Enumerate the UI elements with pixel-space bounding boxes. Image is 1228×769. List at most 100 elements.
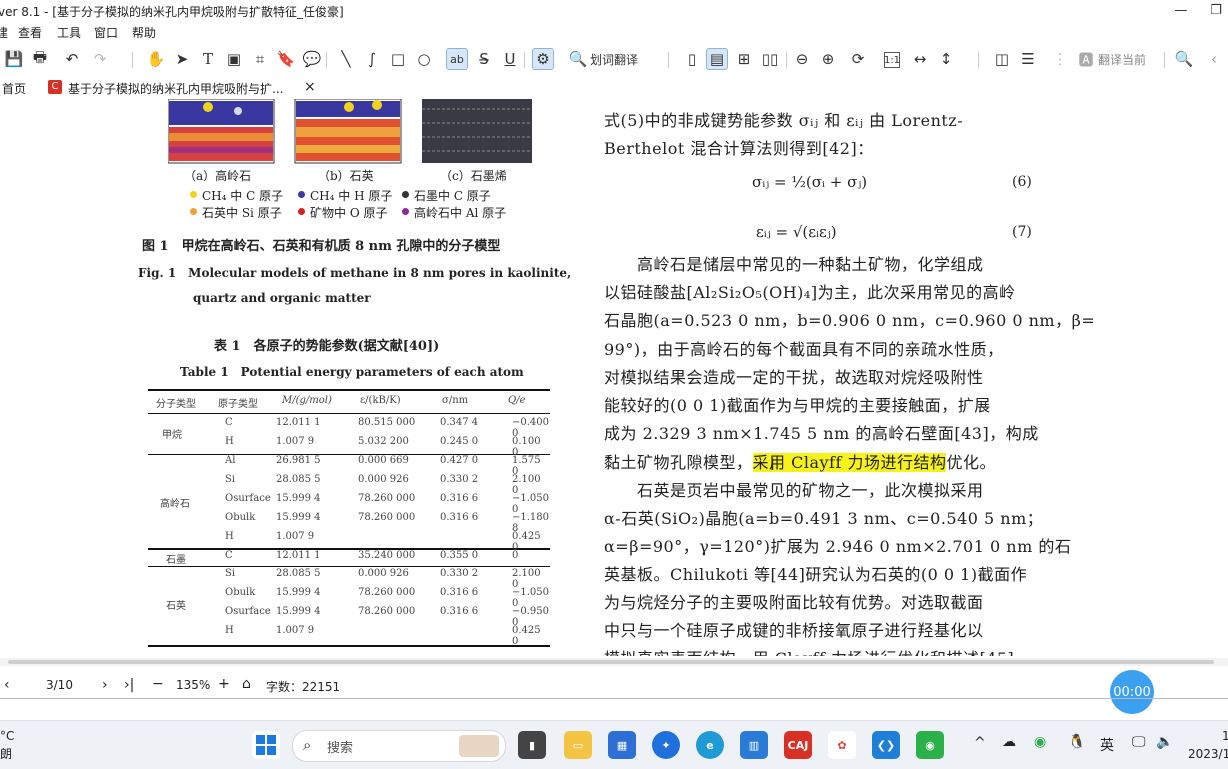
toolbar-divider <box>978 52 979 68</box>
layout-icon[interactable]: ☰ <box>1018 49 1038 69</box>
divider <box>0 698 1228 699</box>
hand-icon[interactable]: ✋ <box>146 49 166 69</box>
strikethrough-icon[interactable]: S̶ <box>474 49 494 69</box>
image-select-icon[interactable]: ▣ <box>224 49 244 69</box>
store-icon[interactable]: ▦ <box>608 731 636 759</box>
body-text-line: α=β=90°，γ=120°)扩展为 2.946 0 nm×2.701 0 nm… <box>604 537 1072 556</box>
next-page-icon[interactable]: › <box>102 677 108 693</box>
taskbar-search-placeholder: 搜索 <box>327 741 354 756</box>
tray-qq-icon[interactable]: 🐧 <box>1068 734 1085 750</box>
ime-indicator[interactable]: 英 <box>1100 735 1114 755</box>
last-page-icon[interactable]: ›| <box>124 677 134 693</box>
horizontal-scrollbar[interactable] <box>0 658 1228 666</box>
rectangle-icon[interactable]: □ <box>388 49 408 69</box>
title-bar: ver 8.1 - [基于分子模拟的纳米孔内甲烷吸附与扩散特征_任俊豪] — ❐ <box>0 0 1228 22</box>
wechat-icon[interactable]: ◉ <box>916 731 944 759</box>
scrollbar-thumb[interactable] <box>8 660 1214 664</box>
highlight-icon[interactable]: ab <box>446 48 468 70</box>
translate-current-label[interactable]: 翻译当前 <box>1098 51 1146 68</box>
taskbar: °C 朗 ⌕ 搜索 ▮ ▭ ▦ ✦ e ▥ CAJ ✿ ❮❯ ◉ ^ ☁ ◉ 🐧… <box>0 720 1228 769</box>
word-translate-icon[interactable]: 🔍 <box>568 49 588 69</box>
comment-icon[interactable]: 💬 <box>302 49 322 69</box>
vscode-icon[interactable]: ❮❯ <box>872 731 900 759</box>
toolbar-divider <box>786 52 787 68</box>
task-view-icon[interactable]: ▮ <box>518 731 546 759</box>
tab-document[interactable]: 基于分子模拟的纳米孔内甲烷吸附与扩... <box>68 80 283 97</box>
redo-icon[interactable]: ↷ <box>90 49 110 69</box>
save-icon[interactable]: 💾 <box>4 49 24 69</box>
toolbar-divider <box>132 52 133 68</box>
word-translate-label[interactable]: 划词翻译 <box>590 51 638 68</box>
network-icon[interactable]: 🖵 <box>1132 734 1146 750</box>
split-icon[interactable]: ⋮ <box>1050 49 1070 69</box>
zoom-in-status-icon[interactable]: + <box>218 676 230 692</box>
text-select-icon[interactable]: T <box>198 49 218 69</box>
taskbar-search-box[interactable]: ⌕ 搜索 <box>292 730 506 762</box>
toolbar-divider <box>326 52 327 68</box>
menu-bar: 建 查看 工具 窗口 帮助 <box>0 22 1228 42</box>
caj-document-icon: C <box>48 80 62 94</box>
select-arrow-icon[interactable]: ➤ <box>172 49 192 69</box>
line-icon[interactable]: ╲ <box>336 49 356 69</box>
menu-item-view[interactable]: 查看 <box>18 24 42 41</box>
two-page-icon[interactable]: ▯▯ <box>760 49 780 69</box>
print-icon[interactable]: 🖶 <box>30 48 50 69</box>
tab-close-button[interactable]: × <box>304 79 316 95</box>
home-icon[interactable]: ⌂ <box>242 676 251 692</box>
weather-temp: °C <box>0 729 15 743</box>
search-highlight-image <box>459 735 499 757</box>
zoom-in-icon[interactable]: ⊕ <box>818 49 838 69</box>
ellipse-icon[interactable]: ○ <box>414 49 434 69</box>
menu-item-partial[interactable]: 建 <box>0 24 8 41</box>
caj-viewer-icon[interactable]: CAJ <box>784 731 812 759</box>
body-text-line: 模拟真实表面结构，用 Clayff 力场进行优化和描述[45] <box>604 645 1036 656</box>
tab-bar: 首页 C 基于分子模拟的纳米孔内甲烷吸附与扩... × <box>0 77 1228 99</box>
menu-item-help[interactable]: 帮助 <box>132 24 156 41</box>
body-text-line: 中只与一个硅原子成键的非桥接氧原子进行羟基化以 <box>604 621 984 640</box>
tab-home[interactable]: 首页 <box>2 80 26 97</box>
app-icon[interactable]: ▥ <box>740 731 768 759</box>
timer-bubble[interactable]: 00:00 <box>1110 670 1154 714</box>
menu-item-window[interactable]: 窗口 <box>94 24 118 41</box>
clock-time[interactable]: 1 <box>1222 729 1228 743</box>
search-icon[interactable]: 🔍 <box>1174 49 1194 69</box>
continuous-page-icon[interactable]: ▤ <box>706 48 728 70</box>
fit-width-icon[interactable]: ↔ <box>910 49 930 69</box>
page-indicator[interactable]: 3/10 <box>46 678 73 692</box>
curve-icon[interactable]: ∫ <box>362 49 382 69</box>
undo-icon[interactable]: ↶ <box>62 49 82 69</box>
tray-app-icon[interactable]: ☁ <box>1002 734 1016 750</box>
underline-icon[interactable]: U <box>500 49 520 69</box>
zoom-out-icon[interactable]: ⊖ <box>792 49 812 69</box>
side-by-side-icon[interactable]: ◫ <box>992 49 1012 69</box>
prev-page-icon[interactable]: ‹ <box>4 677 10 693</box>
restore-button[interactable]: ❐ <box>1204 0 1228 22</box>
bookmark-icon[interactable]: 🔖 <box>276 49 296 69</box>
document-view: （a）高岭石 （b）石英 （c）石墨烯 CH₄ 中 C 原子 CH₄ 中 H 原… <box>0 99 1228 656</box>
ocr-icon[interactable]: ⌗ <box>250 49 270 69</box>
zoom-level[interactable]: 135% <box>176 678 210 692</box>
menu-item-tools[interactable]: 工具 <box>57 24 81 41</box>
status-bar: ‹ 3/10 › ›| − 135% + ⌂ 字数：22151 00:00 <box>0 670 1228 714</box>
translate-current-icon[interactable]: 🅰 <box>1076 49 1096 69</box>
chevron-left-icon[interactable]: ‹ <box>1204 49 1224 69</box>
minimize-button[interactable]: — <box>1158 0 1204 22</box>
zoom-out-status-icon[interactable]: − <box>152 676 164 692</box>
fit-height-icon[interactable]: ↕ <box>936 49 956 69</box>
body-text-line: 为与烷烃分子的主要吸附面比较有优势。对选取截面 <box>604 593 984 612</box>
windows-start-icon[interactable] <box>252 731 280 759</box>
grid-view-icon[interactable]: ⊞ <box>734 49 754 69</box>
app-icon[interactable]: ✿ <box>828 731 856 759</box>
file-explorer-icon[interactable]: ▭ <box>564 731 592 759</box>
app-icon[interactable]: ✦ <box>652 731 680 759</box>
clock-date[interactable]: 2023/1 <box>1188 747 1228 761</box>
volume-icon[interactable]: 🔈 <box>1156 734 1173 750</box>
edge-browser-icon[interactable]: e <box>696 731 724 759</box>
single-page-icon[interactable]: ▯ <box>682 49 702 69</box>
actual-size-icon[interactable]: 1:1 <box>884 52 900 68</box>
rotate-icon[interactable]: ⟳ <box>848 49 868 69</box>
tray-wechat-icon[interactable]: ◉ <box>1034 734 1046 750</box>
body-text-line: 石英是页岩中最常见的矿物之一，此次模拟采用 <box>604 481 984 500</box>
chevron-up-icon[interactable]: ^ <box>974 735 986 751</box>
tool-settings-icon[interactable]: ⚙ <box>532 48 554 70</box>
